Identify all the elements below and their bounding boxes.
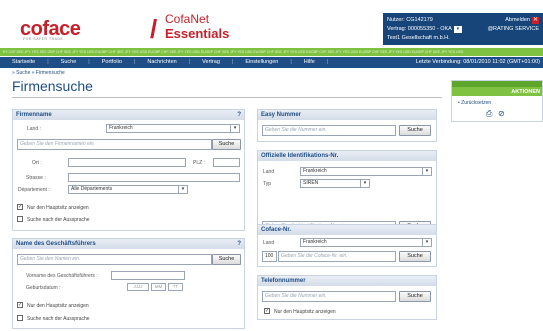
plz-label: PLZ :	[193, 160, 205, 166]
strasse-input[interactable]	[68, 173, 240, 182]
panel-header: Coface-Nr.	[258, 225, 436, 235]
last-connection: Letzte Verbindung: 08/01/2010 11:02 (GMT…	[415, 59, 540, 65]
search-button[interactable]: Suche	[212, 254, 241, 265]
nav-item-suche[interactable]: Suche	[49, 57, 89, 68]
phone-number-input[interactable]: Geben Sie die Nummer ein.	[262, 291, 396, 302]
logo-tagline: FOR SAFER TRADE	[23, 37, 64, 41]
user-info-box: Nutzer: CG142179 Abmelden ✕ Vertrag: 0000…	[383, 13, 543, 45]
land-label: Land	[263, 240, 275, 246]
firmenname-panel: Firmenname? Land : Frankreich ▾ Geben Sie…	[12, 109, 245, 231]
phone-number-panel: Telefonnummer Geben Sie die Nummer ein. …	[257, 275, 437, 320]
nav-item-hilfe[interactable]: Hilfe	[292, 57, 327, 68]
ort-input[interactable]	[68, 158, 186, 167]
chevron-down-icon[interactable]: ▾	[230, 125, 239, 132]
print-icon[interactable]: ⎙	[486, 109, 492, 119]
phonetic-checkbox[interactable]	[17, 315, 23, 321]
reset-link[interactable]: • Zurücksetzen	[458, 100, 491, 106]
page-title: Firmensuche	[12, 78, 93, 94]
departement-label: Département :	[18, 187, 50, 193]
only-main-checkbox[interactable]: ✓	[17, 302, 23, 308]
product-subname: Essentials	[165, 26, 230, 41]
panel-title: Firmenname	[16, 112, 52, 118]
main-nav: Startseite | Suche | Portfolio | Nachrichte…	[0, 57, 543, 68]
only-main-label: Nur den Hauptsitz anzeigen	[27, 303, 89, 309]
plz-input[interactable]	[213, 158, 240, 167]
typ-select[interactable]: SIREN ▾	[300, 179, 370, 188]
actions-header: AKTIONEN	[452, 81, 542, 96]
panel-header: Telefonnummer	[258, 276, 436, 286]
phonetic-checkbox[interactable]	[17, 216, 23, 222]
user-label: Nutzer: CG142179	[387, 17, 433, 23]
currency-ticker: EY CSF SEE JFY YES SEE GBP CHF SEE JFY Y…	[0, 48, 543, 56]
land-select[interactable]: Frankreich ▾	[300, 238, 432, 247]
nav-item-vertrag[interactable]: Vertrag	[190, 57, 232, 68]
chevron-down-icon[interactable]: ▾	[178, 186, 187, 193]
chevron-down-icon[interactable]: ▾	[360, 180, 369, 187]
phonetic-label: Suche nach der Aussprache	[27, 217, 90, 223]
chevron-down-icon[interactable]: ▾	[422, 168, 431, 175]
birth-day-input[interactable]: TT	[168, 283, 183, 291]
land-select[interactable]: Frankreich ▾	[300, 167, 432, 176]
search-button[interactable]: Suche	[399, 125, 431, 136]
nav-item-startseite[interactable]: Startseite	[0, 57, 47, 68]
only-main-checkbox[interactable]: ✓	[17, 204, 23, 210]
land-label: Land	[263, 169, 275, 175]
company-label: Test1 Gesellschaft m.b.H.	[387, 35, 450, 41]
coface-number-input[interactable]: Geben Sie die Coface-Nr. ein.	[278, 251, 396, 262]
only-main-checkbox[interactable]: ✓	[264, 308, 270, 314]
typ-label: Typ	[263, 181, 272, 187]
land-select[interactable]: Frankreich ▾	[106, 124, 240, 133]
chevron-down-icon[interactable]: ▾	[422, 239, 431, 246]
birth-year-input[interactable]: JJJJ	[127, 283, 149, 291]
geschaeftsfuehrer-panel: Name des Geschäftsführers? Geben Sie den…	[12, 238, 245, 329]
title-divider	[12, 97, 442, 98]
panel-title: Telefonnummer	[261, 278, 306, 284]
departement-select[interactable]: Alle Départements ▾	[68, 185, 188, 194]
land-label: Land :	[27, 126, 41, 132]
search-button[interactable]: Suche	[399, 251, 431, 262]
birth-month-input[interactable]: MM	[151, 283, 166, 291]
easy-number-input[interactable]: Geben Sie die Nummer ein.	[262, 125, 396, 136]
ort-label: Ort :	[32, 160, 42, 166]
manager-name-input[interactable]: Geben Sie den Namen ein.	[17, 254, 212, 265]
phonetic-label: Suche nach der Aussprache	[27, 316, 90, 322]
breadcrumb[interactable]: » Suche » Firmensuche	[12, 70, 65, 76]
geburt-label: Geburtsdatum :	[26, 285, 61, 291]
product-name: CofaNet	[165, 12, 210, 26]
vorname-label: Vorname des Geschäftsführers :	[26, 273, 98, 279]
only-main-label: Nur den Hauptsitz anzeigen	[274, 309, 336, 315]
panel-title: Coface-Nr.	[261, 227, 292, 233]
rating-service-link[interactable]: @RATING SERVICE	[487, 25, 539, 34]
panel-title: Name des Geschäftsführers	[16, 241, 96, 247]
nav-separator: |	[326, 59, 329, 65]
search-button[interactable]: Suche	[399, 291, 431, 302]
panel-header: Firmenname?	[13, 110, 244, 120]
panel-header: Easy Nummer	[258, 110, 436, 120]
only-main-label: Nur den Hauptsitz anzeigen	[27, 205, 89, 211]
panel-title: Offizielle Identifikations-Nr.	[261, 153, 339, 159]
strasse-label: Strasse :	[26, 175, 46, 181]
panel-title: Easy Nummer	[261, 112, 302, 118]
company-name-input[interactable]: Geben Sie den Firmennamen ein.	[17, 139, 212, 150]
nav-item-einstellungen[interactable]: Einstellungen	[233, 57, 290, 68]
vorname-input[interactable]	[111, 271, 185, 280]
nav-item-nachrichten[interactable]: Nachrichten	[135, 57, 188, 68]
close-icon[interactable]: ✕	[532, 17, 539, 24]
logo-slash-icon: /	[150, 14, 158, 44]
nav-item-portfolio[interactable]: Portfolio	[90, 57, 134, 68]
coface-number-panel: Coface-Nr. Land Frankreich ▾ 100 Geben Si…	[257, 224, 437, 267]
contract-selector[interactable]: Vertrag: 000055350 - OKA ▾	[387, 25, 464, 34]
panel-header: Offizielle Identifikations-Nr.	[258, 151, 436, 161]
panel-header: Name des Geschäftsführers?	[13, 239, 244, 249]
easy-number-panel: Easy Nummer Geben Sie die Nummer ein. Su…	[257, 109, 437, 142]
help-icon[interactable]: ?	[237, 239, 241, 249]
chevron-down-icon[interactable]: ▾	[453, 26, 462, 33]
logout-link[interactable]: Abmelden ✕	[505, 16, 539, 25]
help-icon[interactable]: ?	[237, 110, 241, 120]
search-button[interactable]: Suche	[212, 139, 241, 150]
actions-panel: AKTIONEN • Zurücksetzen ⎙ ⊘	[451, 80, 543, 122]
attachment-icon[interactable]: ⊘	[498, 109, 505, 118]
coface-prefix-input[interactable]: 100	[262, 251, 277, 262]
